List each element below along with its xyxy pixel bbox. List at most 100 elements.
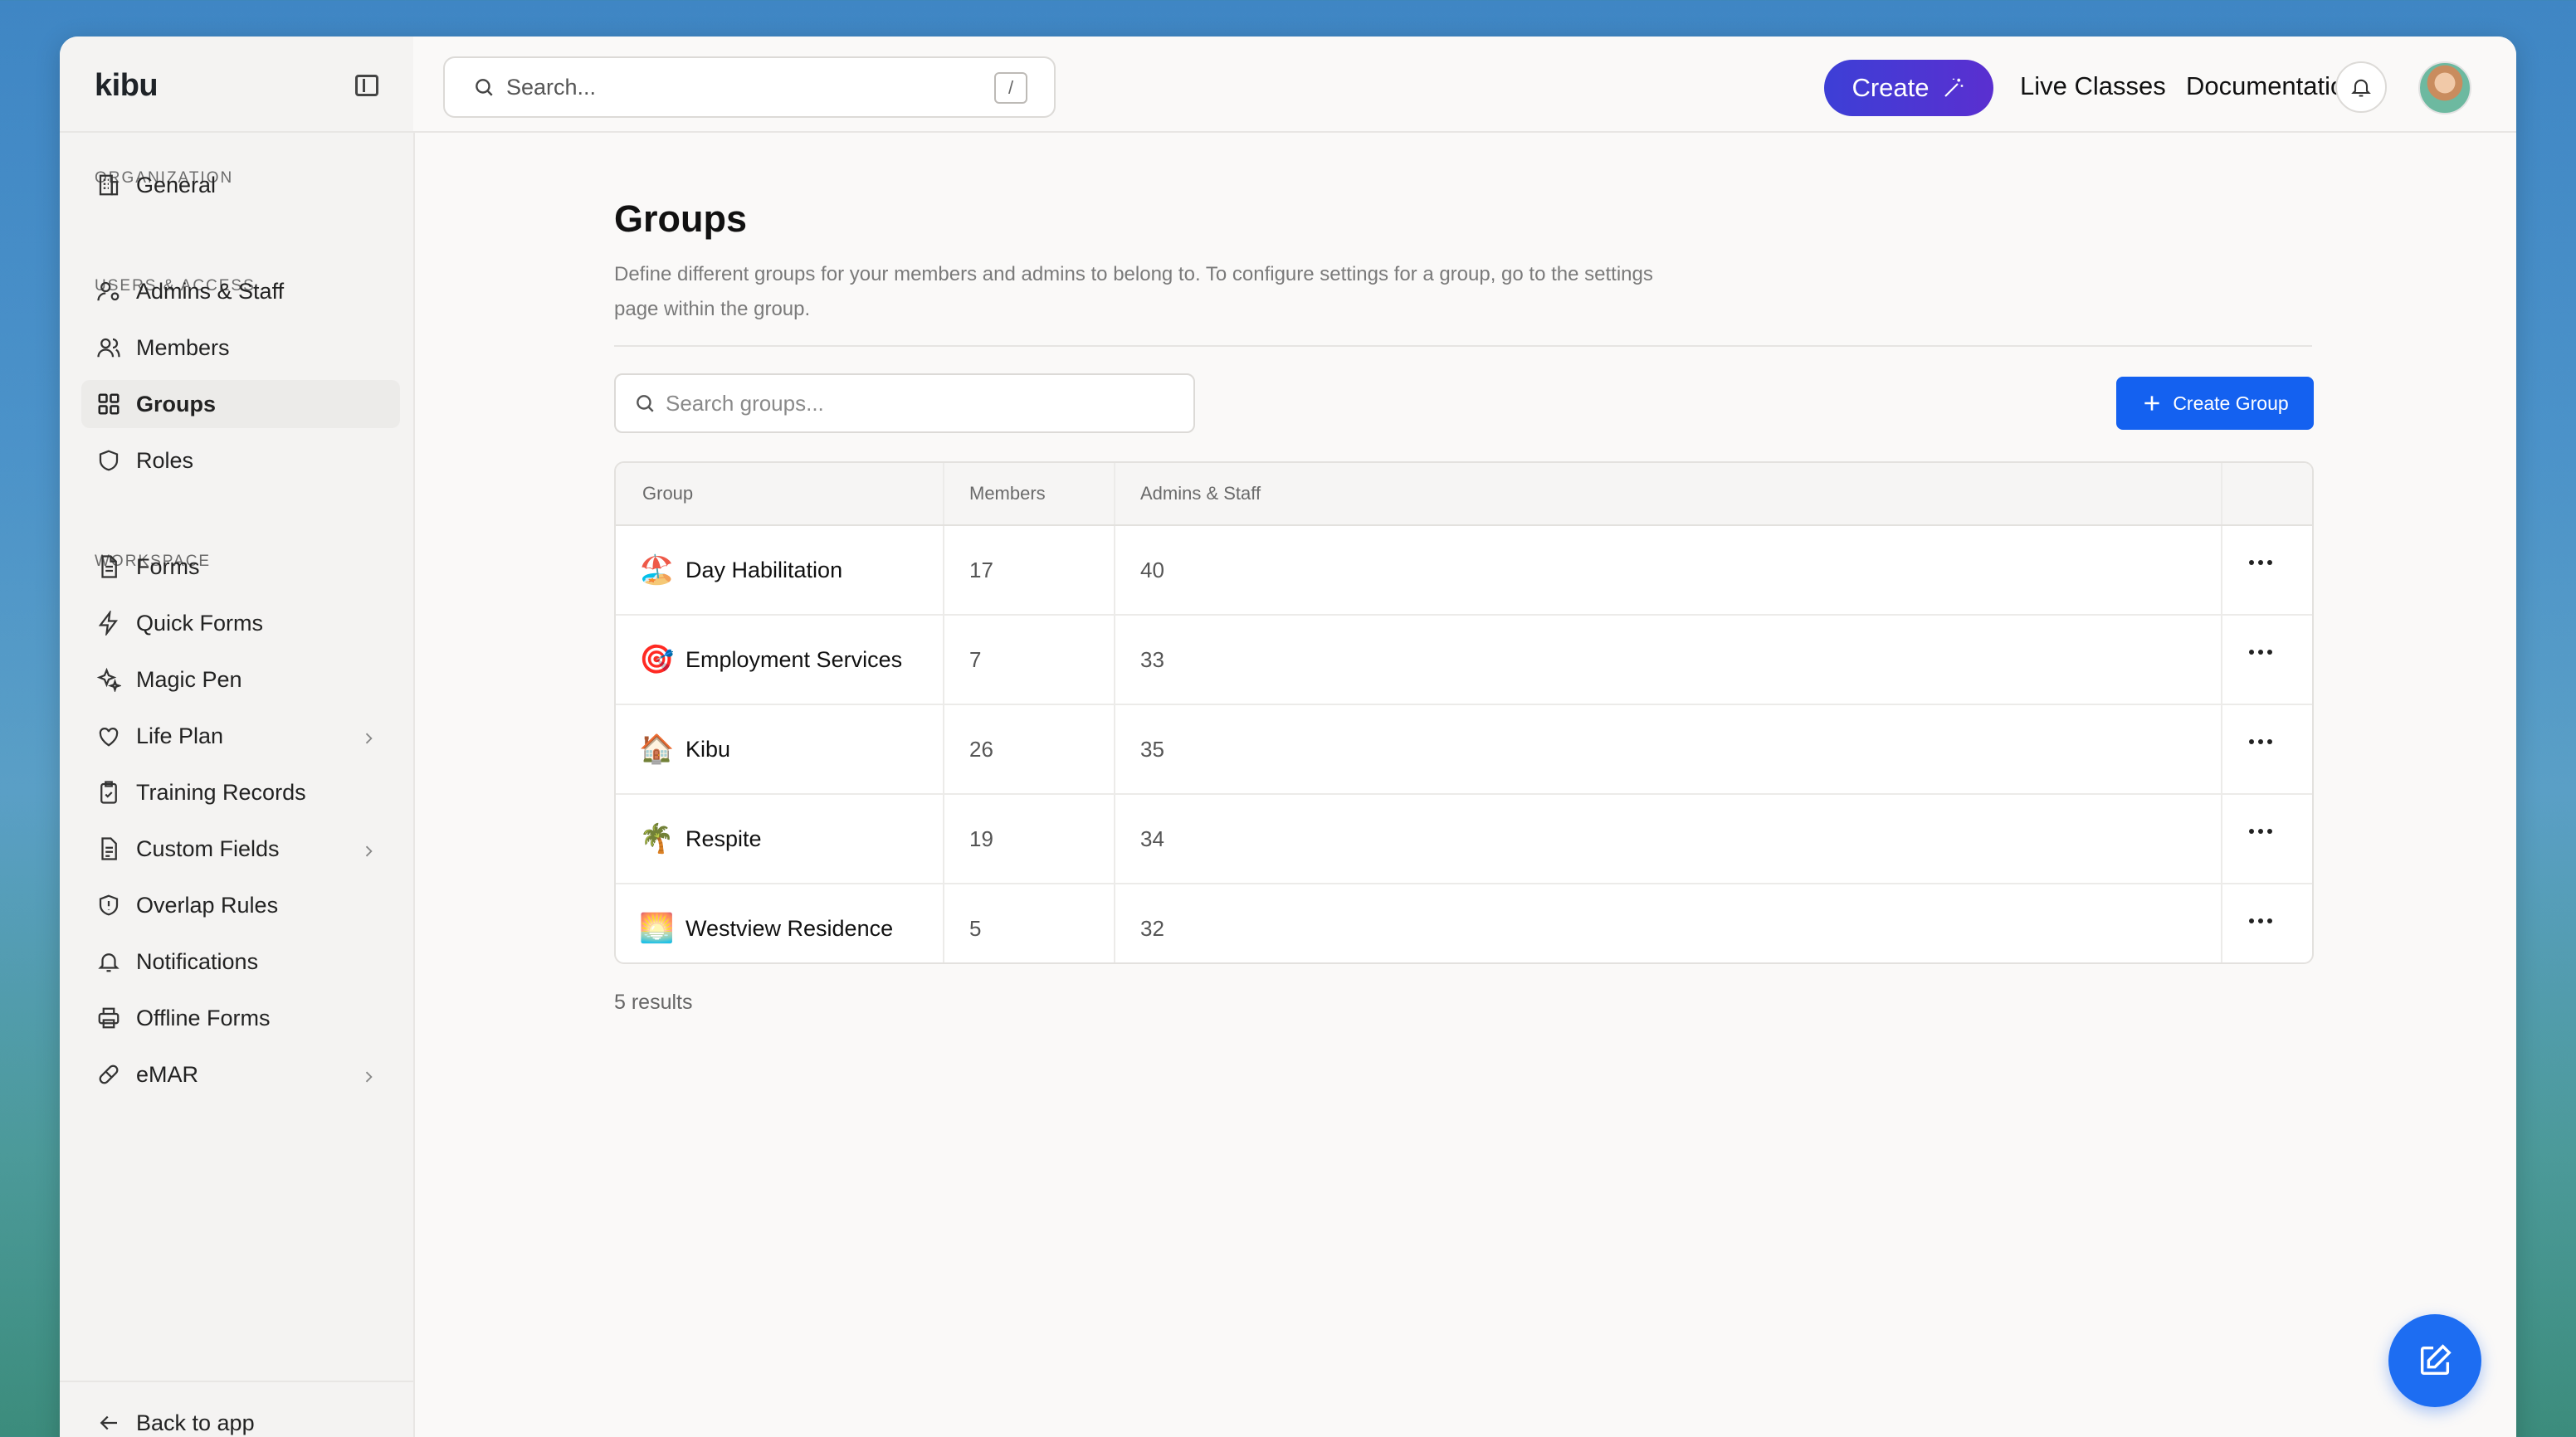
sidebar-item-label: Roles (136, 447, 194, 473)
members-count: 26 (969, 736, 993, 762)
table-row[interactable]: 🌴 Respite 19 34 (616, 795, 2312, 884)
column-divider (2221, 795, 2222, 883)
lightning-icon (95, 609, 123, 637)
brand-row: kibu (60, 37, 413, 133)
sidebar-item-custom-fields[interactable]: Custom Fields (81, 825, 400, 873)
sidebar-item-magic-pen[interactable]: Magic Pen (81, 655, 400, 704)
column-header-admins-staff[interactable]: Admins & Staff (1114, 463, 2221, 524)
create-button[interactable]: Create (1824, 60, 1993, 116)
users-icon (95, 334, 123, 362)
sidebar-item-label: Magic Pen (136, 666, 242, 692)
more-options-icon[interactable] (2249, 918, 2272, 923)
more-options-icon[interactable] (2249, 829, 2272, 834)
document-list-icon (95, 835, 123, 863)
magic-wand-icon (1941, 76, 1966, 100)
sidebar-item-admins-staff[interactable]: Admins & Staff (81, 267, 400, 315)
members-count: 17 (969, 557, 993, 582)
live-classes-link[interactable]: Live Classes (2020, 71, 2166, 101)
column-divider (943, 463, 944, 524)
user-avatar[interactable] (2418, 61, 2471, 114)
sparkles-icon (95, 665, 123, 694)
sidebar-item-quick-forms[interactable]: Quick Forms (81, 599, 400, 647)
sidebar-item-label: Training Records (136, 779, 306, 805)
group-search[interactable] (614, 373, 1195, 433)
table-row[interactable]: 🎯 Employment Services 7 33 (616, 616, 2312, 705)
sidebar-item-groups[interactable]: Groups (81, 380, 400, 428)
group-name-cell: 🏠 Kibu (616, 705, 943, 793)
group-name[interactable]: Day Habilitation (685, 558, 842, 583)
back-to-app-label: Back to app (136, 1410, 255, 1435)
document-icon (95, 553, 123, 581)
sidebar-item-emar[interactable]: eMAR (81, 1050, 400, 1098)
table-header: Group Members Admins & Staff (616, 463, 2312, 526)
page-description: Define different groups for your members… (614, 263, 1653, 320)
more-options-icon[interactable] (2249, 739, 2272, 744)
chevron-right-icon (360, 840, 377, 865)
column-header-members[interactable]: Members (943, 463, 1114, 524)
column-divider (1114, 884, 1115, 962)
pill-icon (95, 1060, 123, 1089)
sidebar-item-notifications[interactable]: Notifications (81, 938, 400, 986)
sidebar-item-label: Overlap Rules (136, 892, 279, 918)
column-header-group[interactable]: Group (616, 463, 943, 524)
sidebar-item-life-plan[interactable]: Life Plan (81, 712, 400, 760)
sidebar-item-label: Groups (136, 391, 217, 416)
sidebar-item-members[interactable]: Members (81, 324, 400, 372)
column-divider (943, 795, 944, 883)
table-row[interactable]: 🏠 Kibu 26 35 (616, 705, 2312, 795)
back-to-app-link[interactable]: Back to app (81, 1399, 400, 1437)
column-divider (1114, 463, 1115, 524)
sidebar-item-label: Admins & Staff (136, 278, 285, 304)
global-search-input[interactable] (505, 73, 973, 101)
group-name-cell: 🎯 Employment Services (616, 616, 943, 704)
group-search-input[interactable] (664, 389, 1165, 417)
sidebar-item-roles[interactable]: Roles (81, 436, 400, 485)
sidebar-item-forms[interactable]: Forms (81, 543, 400, 591)
user-gear-icon (95, 277, 123, 305)
sidebar-item-training-records[interactable]: Training Records (81, 768, 400, 816)
members-count: 5 (969, 915, 982, 941)
search-icon (634, 392, 656, 414)
search-icon (473, 76, 495, 98)
sidebar-item-general[interactable]: General (81, 161, 400, 209)
sidebar-item-label: Members (136, 334, 230, 360)
group-emoji-icon: 🎯 (639, 644, 675, 675)
brand-logo[interactable]: kibu (95, 68, 159, 104)
members-count: 19 (969, 826, 993, 851)
column-divider (2221, 884, 2222, 962)
group-name[interactable]: Kibu (685, 737, 730, 762)
clipboard-check-icon (95, 778, 123, 806)
shield-icon (95, 446, 123, 475)
notifications-button[interactable] (2335, 61, 2387, 113)
admins-count: 40 (1140, 557, 1164, 582)
compose-fab-button[interactable] (2388, 1314, 2481, 1407)
topbar: / Create Live Classes Documentation (413, 37, 2516, 133)
create-label: Create (1852, 73, 1930, 102)
sidebar-item-offline-forms[interactable]: Offline Forms (81, 994, 400, 1042)
sidebar-item-label: Offline Forms (136, 1005, 271, 1030)
sidebar-toggle-icon[interactable] (355, 75, 378, 96)
more-options-icon[interactable] (2249, 650, 2272, 655)
sidebar-item-label: eMAR (136, 1061, 199, 1087)
group-emoji-icon: 🏖️ (639, 554, 675, 586)
group-name[interactable]: Employment Services (685, 647, 902, 673)
heart-icon (95, 722, 123, 750)
group-emoji-icon: 🏠 (639, 733, 675, 765)
sidebar: kibu ORGANIZATION General USERS & ACCESS… (60, 37, 415, 1437)
column-divider (2221, 463, 2222, 524)
documentation-link[interactable]: Documentation (2186, 71, 2359, 101)
search-shortcut-key: / (994, 72, 1027, 104)
plus-icon (2141, 392, 2163, 414)
group-name[interactable]: Respite (685, 826, 762, 852)
sidebar-item-label: Life Plan (136, 723, 224, 748)
group-name-cell: 🏖️ Day Habilitation (616, 526, 943, 614)
sidebar-item-overlap-rules[interactable]: Overlap Rules (81, 881, 400, 929)
table-row[interactable]: 🌅 Westview Residence 5 32 (616, 884, 2312, 962)
more-options-icon[interactable] (2249, 560, 2272, 565)
group-name[interactable]: Westview Residence (685, 916, 893, 942)
table-row[interactable]: 🏖️ Day Habilitation 17 40 (616, 526, 2312, 616)
global-search[interactable]: / (443, 56, 1056, 118)
column-divider (943, 616, 944, 704)
create-group-button[interactable]: Create Group (2116, 377, 2314, 430)
shield-alert-icon (95, 891, 123, 919)
